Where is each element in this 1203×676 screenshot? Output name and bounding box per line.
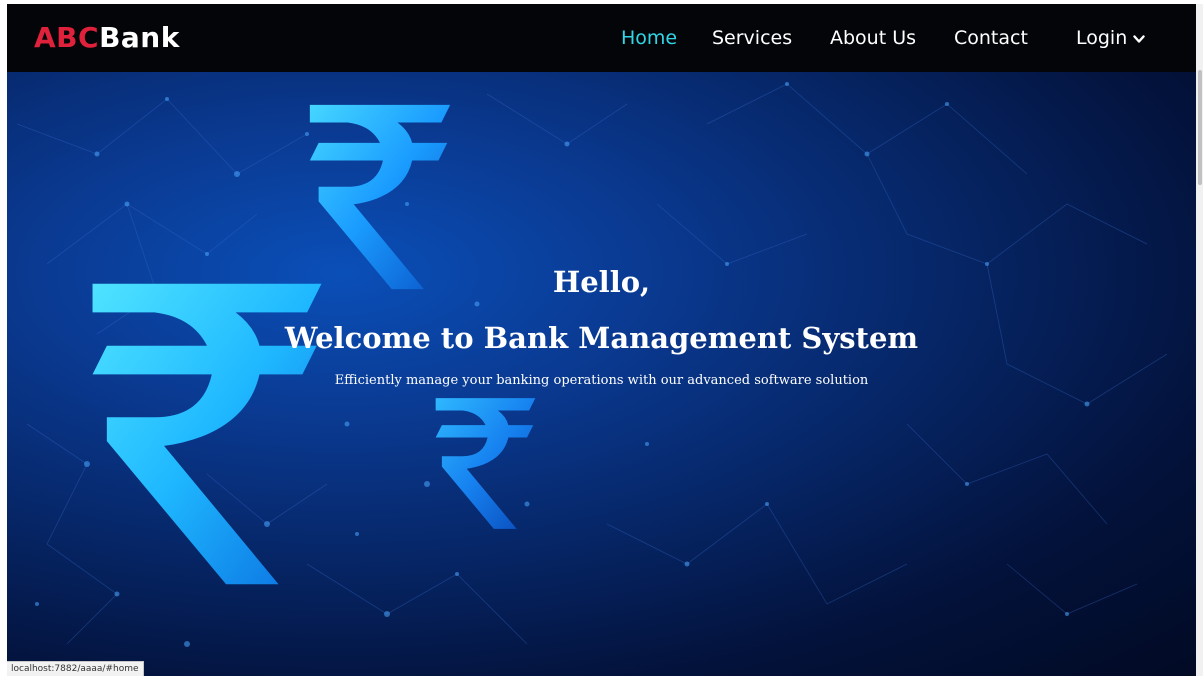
page-scrollbar-thumb[interactable] [1198,70,1202,185]
brand-logo[interactable]: ABCBank [34,20,180,56]
nav-contact-link[interactable]: Contact [954,26,1028,50]
nav-login-dropdown[interactable]: Login [1076,26,1145,50]
nav-services-link[interactable]: Services [712,26,792,50]
nav-login-label: Login [1076,27,1128,49]
hero-title: Welcome to Bank Management System [284,321,919,355]
top-navbar: ABCBank Home Services About Us Contact L… [7,4,1196,72]
browser-status-url: localhost:7882/aaaa/#home [7,661,144,676]
chevron-down-icon [1133,34,1145,43]
brand-bank: Bank [99,21,180,54]
rupee-icon-small [435,398,536,529]
nav-home-link[interactable]: Home [621,26,677,50]
hero-greeting: Hello, [552,265,651,299]
brand-abc: ABC [34,21,100,54]
nav-about-us-link[interactable]: About Us [830,26,916,50]
home-page: ABCBank Home Services About Us Contact L… [7,4,1196,676]
hero-subtitle: Efficiently manage your banking operatio… [334,373,869,388]
